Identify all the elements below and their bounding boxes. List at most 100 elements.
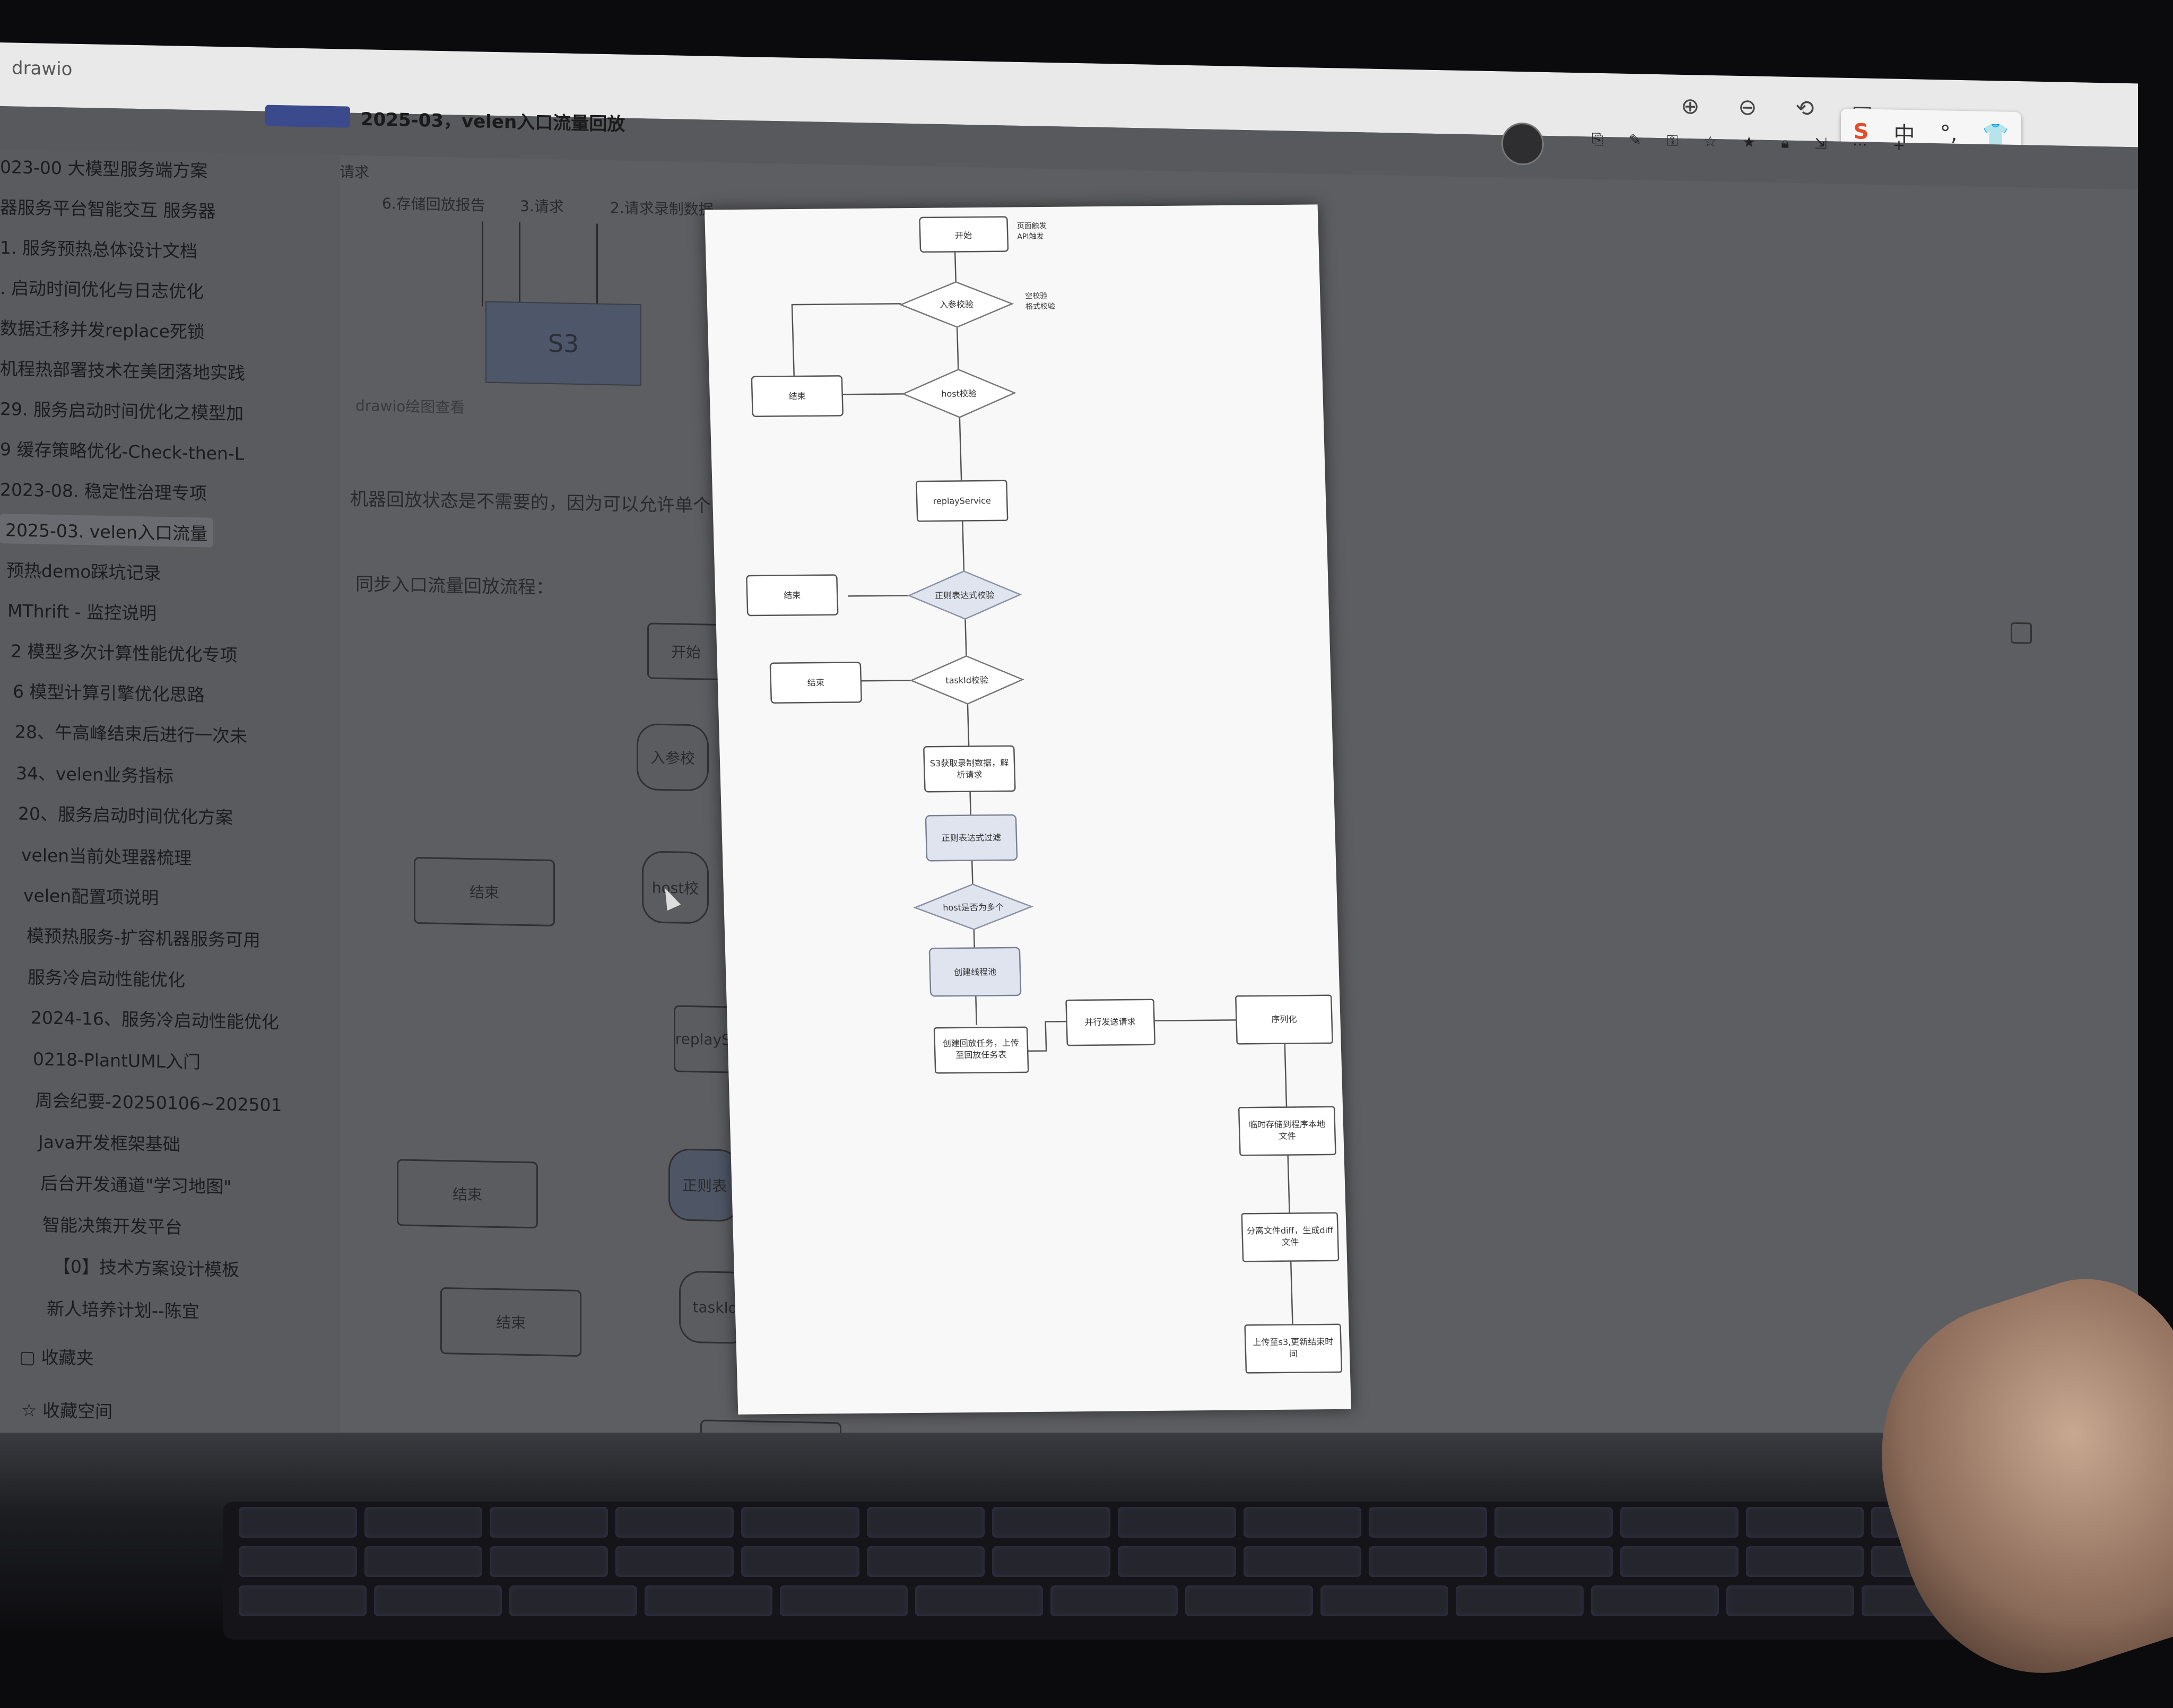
diagram-caption[interactable]: drawio绘图查看	[355, 394, 465, 418]
add-icon[interactable]: +	[1893, 136, 1905, 154]
favorite-space-label: 收藏空间	[42, 1400, 113, 1423]
flow-note: 格式校验	[1025, 302, 1055, 311]
ime-skin-icon[interactable]: 👕	[1983, 122, 2009, 147]
flow-note: 空校验	[1025, 291, 1047, 300]
sidebar-item[interactable]: 后台开发通道"学习地图"	[40, 1169, 231, 1198]
key-row	[239, 1546, 1990, 1577]
flow-node-s3-fetch	[923, 745, 1016, 793]
drawio-preview-popup[interactable]: 开始 页面触发 API触发 入参校验 空校验 格式校验 结束 host校验 re…	[705, 204, 1351, 1415]
flow-label: 创建回放任务，上传	[943, 1038, 1019, 1048]
sidebar-item[interactable]: 023-00 大模型服务端方案	[0, 153, 207, 183]
sidebar-item[interactable]: 2023-08. 稳定性治理专项	[0, 475, 207, 505]
share-icon[interactable]: ⎘	[1592, 131, 1603, 149]
flow-label: 析请求	[957, 769, 983, 779]
flow-label: 间	[1289, 1349, 1298, 1359]
bg-flow-node: 开始	[647, 622, 725, 681]
star-icon[interactable]: ★	[1742, 133, 1755, 151]
diagram-label: 3.请求	[520, 197, 564, 216]
flow-label: taskId校验	[945, 675, 988, 686]
zoom-out-icon[interactable]: ⊖	[1734, 93, 1761, 121]
arrow-line	[519, 222, 520, 307]
flow-label: replayService	[933, 496, 991, 506]
arrow-line	[596, 223, 598, 309]
sidebar-item[interactable]: 服务冷启动性能优化	[28, 963, 185, 992]
zoom-in-icon[interactable]: ⊕	[1676, 92, 1704, 120]
photo-scene: drawio ⊕ ⊖ ⟲ ▭ S 中 °, 👕 2025-03，velen入口流…	[0, 0, 2173, 1708]
sidebar-item[interactable]: 预热demo踩坑记录	[6, 556, 161, 585]
flow-label: 文件	[1282, 1237, 1299, 1247]
sidebar-item[interactable]: Java开发框架基础	[38, 1128, 180, 1156]
sidebar-item[interactable]: velen当前处理器梳理	[21, 841, 192, 870]
sidebar-item[interactable]: 机程热部署技术在美团落地实践	[0, 354, 245, 385]
flow-label: S3获取录制数据，解	[930, 758, 1009, 768]
flow-label: 结束	[789, 391, 806, 401]
favorites-label: 收藏夹	[41, 1347, 94, 1369]
sidebar-item[interactable]: 模预热服务-扩容机器服务可用	[27, 922, 260, 951]
sidebar-item[interactable]: 智能决策开发平台	[42, 1211, 182, 1239]
ime-punct[interactable]: °,	[1940, 121, 1958, 146]
key-row	[239, 1507, 1990, 1538]
flow-note: 页面触发	[1017, 222, 1047, 230]
bg-flow-node: 入参校	[637, 723, 709, 792]
flow-label: host是否为多个	[943, 902, 1004, 913]
rotate-icon[interactable]: ⟲	[1791, 94, 1819, 122]
diagram-label: 2.请求录制数据	[610, 199, 714, 219]
sidebar-item[interactable]: 9 缓存策略优化-Check-then-L	[0, 435, 244, 465]
flow-label: 开始	[955, 230, 972, 240]
sidebar-item[interactable]: 34、velen业务指标	[16, 759, 173, 788]
flow-label: 临时存储到程序本地	[1249, 1119, 1325, 1130]
laptop-screen: drawio ⊕ ⊖ ⟲ ▭ S 中 °, 👕 2025-03，velen入口流…	[0, 42, 2138, 1474]
sidebar-item[interactable]: 0218-PlantUML入门	[33, 1045, 201, 1073]
sidebar-item[interactable]: velen配置项说明	[23, 881, 159, 909]
favorites-link[interactable]: ▢ 收藏夹	[19, 1343, 94, 1370]
sidebar-item[interactable]: . 启动时间优化与日志优化	[0, 274, 204, 303]
flow-label: 序列化	[1271, 1014, 1297, 1024]
export-icon[interactable]: ⇲	[1814, 135, 1827, 153]
bg-flow-node: 正则表	[668, 1148, 741, 1222]
avatar[interactable]	[1501, 122, 1544, 166]
sidebar-item[interactable]: 20、服务启动时间优化方案	[18, 800, 233, 829]
key-row	[239, 1585, 1989, 1616]
sidebar-item-active[interactable]: 2025-03. velen入口流量	[0, 514, 213, 548]
more-icon[interactable]: ⋯	[1853, 135, 1867, 154]
flow-label: 结束	[784, 590, 801, 600]
diagram-label: 请求	[340, 163, 370, 181]
sidebar-item[interactable]: 周会纪要-20250106~202501	[35, 1086, 282, 1116]
flow-note: API触发	[1017, 232, 1044, 241]
flow-edges	[791, 249, 1293, 1325]
paragraph: 机器回放状态是不需要的，因为可以允许单个	[350, 488, 711, 517]
sidebar-item[interactable]: MThrift - 监控说明	[7, 596, 157, 625]
bg-flow-node: 结束	[440, 1287, 581, 1357]
sidebar-item[interactable]: 2024-16、服务冷启动性能优化	[31, 1003, 279, 1034]
flow-label: 创建线程池	[954, 967, 997, 977]
edit-icon[interactable]: ✎	[1629, 131, 1641, 149]
sidebar-item[interactable]: 数据迁移并发replace死锁	[0, 314, 205, 343]
pin-action-icon[interactable]: ☆	[1703, 133, 1717, 151]
sidebar-item[interactable]: 器服务平台智能交互 服务器	[0, 193, 216, 223]
keyboard	[223, 1502, 2005, 1640]
flowchart-canvas: 开始 页面触发 API触发 入参校验 空校验 格式校验 结束 host校验 re…	[746, 216, 1343, 1374]
sidebar: 023-00 大模型服务端方案 器服务平台智能交互 服务器 1. 服务预热总体设…	[0, 149, 340, 1440]
flow-label: 正则表达式过滤	[942, 833, 1001, 843]
flow-label: 入参校验	[940, 299, 974, 310]
scroll-to-top-icon[interactable]	[2011, 622, 2032, 644]
diagram-label: 6.存储回放报告	[382, 194, 485, 214]
sidebar-item[interactable]: 新人培养计划--陈宜	[47, 1295, 199, 1323]
flow-label: 结束	[807, 678, 825, 688]
doc-tag	[265, 105, 350, 128]
sidebar-item[interactable]: 【0】技术方案设计模板	[53, 1252, 239, 1281]
lock-icon[interactable]: ⚿	[1667, 132, 1678, 150]
sidebar-item[interactable]: 1. 服务预热总体设计文档	[0, 233, 197, 263]
flow-label: 分离文件diff，生成diff	[1247, 1225, 1334, 1236]
lock-2-icon[interactable]: 🔒︎	[1781, 134, 1789, 152]
flow-label: host校验	[941, 388, 977, 399]
doc-title: 2025-03，velen入口流量回放	[361, 109, 625, 135]
flow-label: 并行发送请求	[1084, 1017, 1135, 1027]
sidebar-item[interactable]: 2 模型多次计算性能优化专项	[11, 637, 238, 666]
sidebar-item[interactable]: 29. 服务启动时间优化之模型加	[0, 395, 244, 425]
paragraph: 同步入口流量回放流程：	[355, 573, 554, 599]
bg-flow-node: 结束	[414, 856, 555, 927]
sidebar-item[interactable]: 6 模型计算引擎优化思路	[13, 677, 205, 706]
sidebar-item[interactable]: 28、午高峰结束后进行一次未	[15, 718, 247, 748]
favorite-space-link[interactable]: ☆ 收藏空间	[21, 1396, 112, 1423]
